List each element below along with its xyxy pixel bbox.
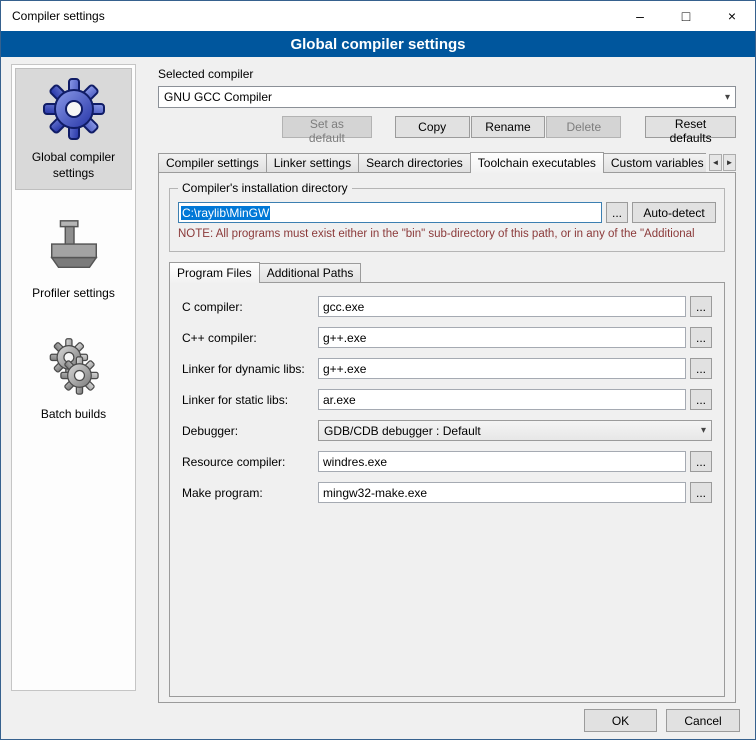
selected-compiler-value: GNU GCC Compiler — [164, 90, 721, 104]
debugger-row: Debugger: GDB/CDB debugger : Default ▾ — [182, 420, 712, 441]
dynamic-linker-row: Linker for dynamic libs: ... — [182, 358, 712, 379]
gear-blue-icon — [42, 77, 106, 141]
make-program-label: Make program: — [182, 486, 318, 500]
cpp-compiler-row: C++ compiler: ... — [182, 327, 712, 348]
profiler-tool-icon — [43, 215, 105, 277]
resource-compiler-input[interactable] — [318, 451, 686, 472]
sidebar-item-global-compiler-settings[interactable]: Global compiler settings — [15, 68, 132, 190]
set-as-default-button: Set as default — [282, 116, 372, 138]
tab-additional-paths[interactable]: Additional Paths — [259, 263, 362, 282]
static-linker-label: Linker for static libs: — [182, 393, 318, 407]
c-compiler-browse-button[interactable]: ... — [690, 296, 712, 317]
tab-linker-settings[interactable]: Linker settings — [266, 153, 359, 172]
maximize-button[interactable]: □ — [663, 1, 709, 31]
banner-title: Global compiler settings — [290, 36, 465, 53]
sidebar-item-batch-builds[interactable]: Batch builds — [15, 327, 132, 432]
installation-directory-value: C:\raylib\MinGW — [181, 206, 270, 220]
static-linker-input[interactable] — [318, 389, 686, 410]
minimize-icon: – — [636, 8, 644, 24]
tab-custom-variables[interactable]: Custom variables — [603, 153, 706, 172]
arrow-right-icon: ► — [726, 158, 734, 167]
dynamic-linker-browse-button[interactable]: ... — [690, 358, 712, 379]
cpp-compiler-browse-button[interactable]: ... — [690, 327, 712, 348]
dynamic-linker-input[interactable] — [318, 358, 686, 379]
tab-program-files[interactable]: Program Files — [169, 262, 260, 283]
chevron-down-icon: ▾ — [697, 425, 706, 436]
chevron-down-icon: ▾ — [721, 92, 730, 103]
gears-gray-icon — [43, 336, 105, 398]
installation-directory-input[interactable]: C:\raylib\MinGW — [178, 202, 602, 223]
resource-compiler-label: Resource compiler: — [182, 455, 318, 469]
debugger-value: GDB/CDB debugger : Default — [324, 424, 697, 438]
arrow-left-icon: ◄ — [712, 158, 720, 167]
tab-scroll-right-button[interactable]: ► — [723, 154, 736, 171]
minimize-button[interactable]: – — [617, 1, 663, 31]
cpp-compiler-input[interactable] — [318, 327, 686, 348]
c-compiler-row: C compiler: ... — [182, 296, 712, 317]
selected-compiler-dropdown[interactable]: GNU GCC Compiler ▾ — [158, 86, 736, 108]
window-title: Compiler settings — [1, 9, 105, 23]
tab-scroll-left-button[interactable]: ◄ — [709, 154, 722, 171]
tab-list: Compiler settings Linker settings Search… — [158, 152, 706, 173]
static-linker-browse-button[interactable]: ... — [690, 389, 712, 410]
installation-directory-group-label: Compiler's installation directory — [178, 181, 352, 195]
compiler-tabs: Compiler settings Linker settings Search… — [158, 152, 736, 173]
compiler-settings-window: Compiler settings – □ × Global compiler … — [0, 0, 756, 740]
make-program-row: Make program: ... — [182, 482, 712, 503]
close-button[interactable]: × — [709, 1, 755, 31]
sidebar-item-profiler-settings[interactable]: Profiler settings — [15, 206, 132, 311]
resource-compiler-row: Resource compiler: ... — [182, 451, 712, 472]
installation-directory-group: Compiler's installation directory C:\ray… — [169, 188, 725, 252]
cpp-compiler-label: C++ compiler: — [182, 331, 318, 345]
titlebar: Compiler settings – □ × — [1, 1, 755, 31]
dialog-banner: Global compiler settings — [1, 31, 755, 57]
settings-sidebar: Global compiler settings Profiler settin… — [11, 64, 136, 691]
delete-button: Delete — [546, 116, 621, 138]
browse-directory-button[interactable]: ... — [606, 202, 628, 223]
debugger-label: Debugger: — [182, 424, 318, 438]
cancel-button[interactable]: Cancel — [666, 709, 740, 732]
debugger-dropdown[interactable]: GDB/CDB debugger : Default ▾ — [318, 420, 712, 441]
tab-compiler-settings[interactable]: Compiler settings — [158, 153, 267, 172]
titlebar-buttons: – □ × — [617, 1, 755, 31]
make-program-browse-button[interactable]: ... — [690, 482, 712, 503]
program-files-panel: C compiler: ... C++ compiler: ... Linker… — [169, 282, 725, 697]
close-icon: × — [728, 8, 736, 24]
tab-scroll-buttons: ◄ ► — [709, 154, 736, 171]
tab-search-directories[interactable]: Search directories — [358, 153, 471, 172]
dialog-footer: OK Cancel — [584, 709, 740, 732]
c-compiler-input[interactable] — [318, 296, 686, 317]
dynamic-linker-label: Linker for dynamic libs: — [182, 362, 318, 376]
copy-button[interactable]: Copy — [395, 116, 470, 138]
rename-button[interactable]: Rename — [471, 116, 546, 138]
program-tabs: Program Files Additional Paths — [169, 262, 361, 283]
auto-detect-button[interactable]: Auto-detect — [632, 202, 716, 223]
sidebar-item-label: Batch builds — [41, 407, 106, 423]
selected-compiler-label: Selected compiler — [158, 67, 736, 81]
static-linker-row: Linker for static libs: ... — [182, 389, 712, 410]
resource-compiler-browse-button[interactable]: ... — [690, 451, 712, 472]
bin-subdirectory-note: NOTE: All programs must exist either in … — [178, 228, 716, 240]
sidebar-item-label: Global compiler settings — [18, 150, 129, 181]
main-panel: Selected compiler GNU GCC Compiler ▾ Set… — [146, 63, 747, 703]
toolchain-executables-page: Compiler's installation directory C:\ray… — [158, 172, 736, 703]
compiler-actions: Set as default Copy Rename Delete Reset … — [158, 116, 736, 138]
tab-toolchain-executables[interactable]: Toolchain executables — [470, 152, 604, 173]
c-compiler-label: C compiler: — [182, 300, 318, 314]
ok-button[interactable]: OK — [584, 709, 657, 732]
reset-defaults-button[interactable]: Reset defaults — [645, 116, 736, 138]
sidebar-item-label: Profiler settings — [32, 286, 115, 302]
make-program-input[interactable] — [318, 482, 686, 503]
maximize-icon: □ — [682, 8, 690, 24]
